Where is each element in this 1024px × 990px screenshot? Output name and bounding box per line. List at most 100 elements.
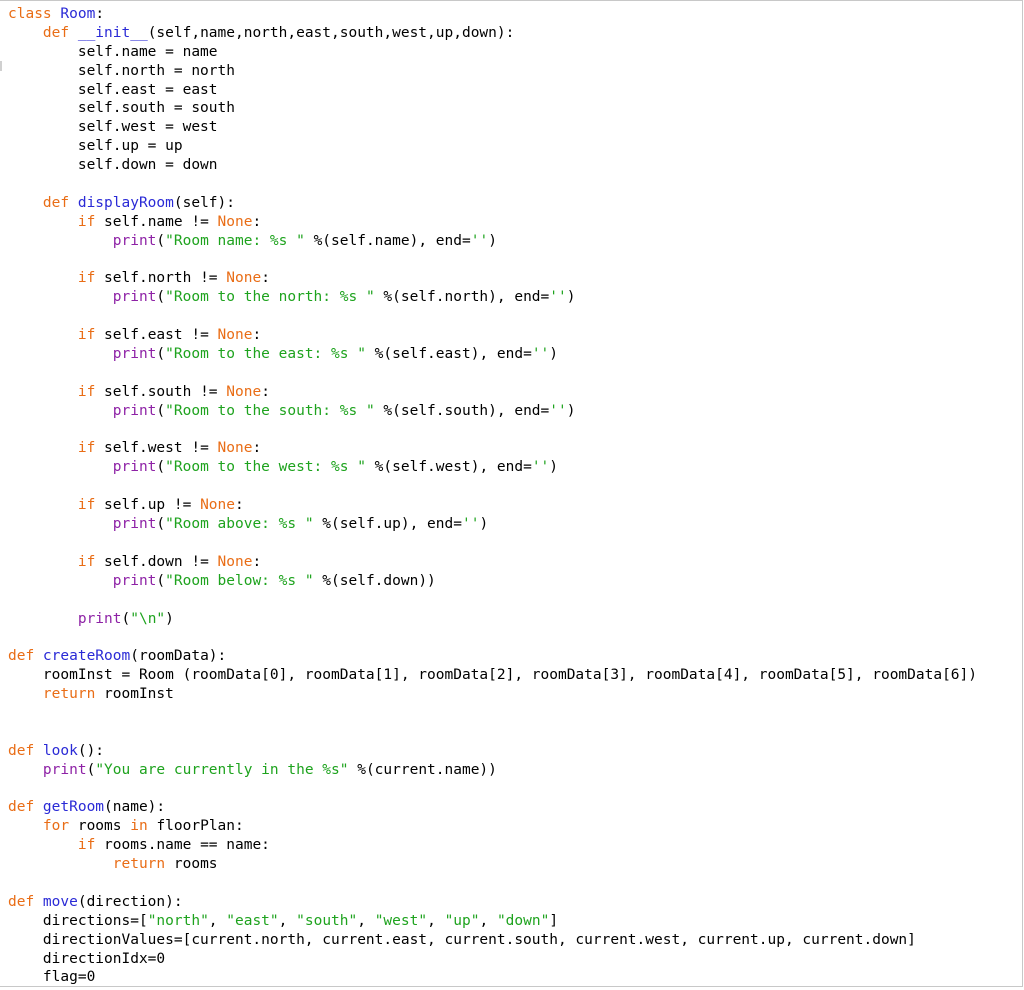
code-token: (): xyxy=(77,742,105,759)
code-line[interactable]: class Room: xyxy=(8,5,977,24)
code-line[interactable] xyxy=(8,175,977,194)
code-token: self.name != xyxy=(104,213,218,230)
code-line[interactable]: print("Room below: %s " %(self.down)) xyxy=(8,572,977,591)
code-token: move xyxy=(42,893,78,910)
code-token: "down" xyxy=(496,912,550,929)
code-line[interactable]: print("You are currently in the %s" %(cu… xyxy=(8,761,977,780)
code-token: self.west = west xyxy=(8,119,218,136)
code-line[interactable] xyxy=(8,874,977,893)
code-token: if xyxy=(77,383,105,400)
code-line[interactable]: print("Room to the west: %s " %(self.wes… xyxy=(8,458,977,477)
code-token: self.east != xyxy=(104,327,218,344)
code-token: return xyxy=(42,686,105,703)
code-token: ) xyxy=(566,402,576,419)
code-line[interactable]: print("\n") xyxy=(8,610,977,629)
code-token: if xyxy=(77,837,105,854)
code-token: "west" xyxy=(374,912,428,929)
code-token: print xyxy=(42,761,87,778)
code-token: ) xyxy=(488,232,497,249)
code-token: self.up != xyxy=(104,497,201,514)
code-token: "Room above: %s " xyxy=(165,516,314,533)
code-token: , xyxy=(278,912,297,929)
code-line[interactable]: return rooms xyxy=(8,855,977,874)
code-line[interactable]: return roomInst xyxy=(8,685,977,704)
code-line[interactable]: if self.name != None: xyxy=(8,213,977,232)
code-line[interactable] xyxy=(8,723,977,742)
code-line[interactable]: def __init__(self,name,north,east,south,… xyxy=(8,24,977,43)
code-line[interactable]: def move(direction): xyxy=(8,893,977,912)
code-line[interactable]: self.west = west xyxy=(8,118,977,137)
code-line[interactable]: directionIdx=0 xyxy=(8,950,977,969)
code-token: %(self.down)) xyxy=(313,572,436,589)
code-line[interactable] xyxy=(8,591,977,610)
code-token: , xyxy=(427,912,445,929)
code-line[interactable]: def displayRoom(self): xyxy=(8,194,977,213)
gutter-marker xyxy=(0,61,2,71)
code-token: class xyxy=(8,6,61,22)
code-line[interactable]: def createRoom(roomData): xyxy=(8,647,977,666)
code-line[interactable]: if self.west != None: xyxy=(8,439,977,458)
code-line[interactable]: directions=["north", "east", "south", "w… xyxy=(8,912,977,931)
code-token: print xyxy=(77,610,122,627)
code-line[interactable]: self.east = east xyxy=(8,81,977,100)
code-token: print xyxy=(112,289,157,306)
code-token: (self): xyxy=(173,194,235,211)
code-line[interactable]: for rooms in floorPlan: xyxy=(8,817,977,836)
code-line[interactable]: if self.north != None: xyxy=(8,269,977,288)
code-token: rooms xyxy=(173,856,218,873)
code-token: "Room below: %s " xyxy=(165,572,314,589)
code-line[interactable]: if rooms.name == name: xyxy=(8,836,977,855)
code-token: %(self.east), end= xyxy=(365,346,532,363)
code-line[interactable]: if self.south != None: xyxy=(8,383,977,402)
code-line[interactable]: self.north = north xyxy=(8,62,977,81)
code-line[interactable] xyxy=(8,364,977,383)
code-line[interactable] xyxy=(8,534,977,553)
code-line[interactable]: print("Room above: %s " %(self.up), end=… xyxy=(8,515,977,534)
code-line[interactable] xyxy=(8,421,977,440)
code-line[interactable] xyxy=(8,477,977,496)
code-token: %(self.name), end= xyxy=(304,232,471,249)
code-line[interactable]: flag=0 xyxy=(8,968,977,986)
code-token: "south" xyxy=(296,912,358,929)
code-token: None xyxy=(226,383,262,400)
code-token: self.south = south xyxy=(8,100,235,117)
code-line[interactable]: print("Room name: %s " %(self.name), end… xyxy=(8,232,977,251)
code-line[interactable]: roomInst = Room (roomData[0], roomData[1… xyxy=(8,666,977,685)
code-line[interactable]: self.name = name xyxy=(8,43,977,62)
code-line[interactable]: if self.down != None: xyxy=(8,553,977,572)
code-token: : xyxy=(252,553,262,570)
code-token: print xyxy=(112,459,157,476)
code-line[interactable] xyxy=(8,704,977,723)
code-token: for xyxy=(42,818,78,835)
code-token: self.north = north xyxy=(8,62,235,79)
code-line[interactable] xyxy=(8,780,977,799)
code-token: '' xyxy=(531,459,550,476)
code-line[interactable] xyxy=(8,628,977,647)
code-token: directionIdx=0 xyxy=(8,950,166,967)
code-line[interactable]: print("Room to the north: %s " %(self.no… xyxy=(8,288,977,307)
code-line[interactable]: self.down = down xyxy=(8,156,977,175)
code-token: directionValues=[current.north, current.… xyxy=(8,931,916,948)
code-line[interactable]: if self.east != None: xyxy=(8,326,977,345)
code-line[interactable]: self.up = up xyxy=(8,137,977,156)
code-token: print xyxy=(112,346,157,363)
code-token: if xyxy=(77,440,105,457)
code-line[interactable] xyxy=(8,251,977,270)
code-content[interactable]: class Room: def __init__(self,name,north… xyxy=(8,5,977,986)
code-line[interactable]: self.south = south xyxy=(8,99,977,118)
code-line[interactable]: if self.up != None: xyxy=(8,496,977,515)
code-line[interactable]: directionValues=[current.north, current.… xyxy=(8,931,977,950)
code-line[interactable]: def look(): xyxy=(8,742,977,761)
code-token: getRoom xyxy=(42,799,105,816)
code-token: None xyxy=(217,553,253,570)
code-token: if xyxy=(77,213,105,230)
code-token: "up" xyxy=(444,912,480,929)
code-line[interactable]: print("Room to the east: %s " %(self.eas… xyxy=(8,345,977,364)
code-line[interactable]: print("Room to the south: %s " %(self.so… xyxy=(8,402,977,421)
code-line[interactable]: def getRoom(name): xyxy=(8,798,977,817)
code-line[interactable] xyxy=(8,307,977,326)
code-editor[interactable]: class Room: def __init__(self,name,north… xyxy=(0,0,1023,987)
